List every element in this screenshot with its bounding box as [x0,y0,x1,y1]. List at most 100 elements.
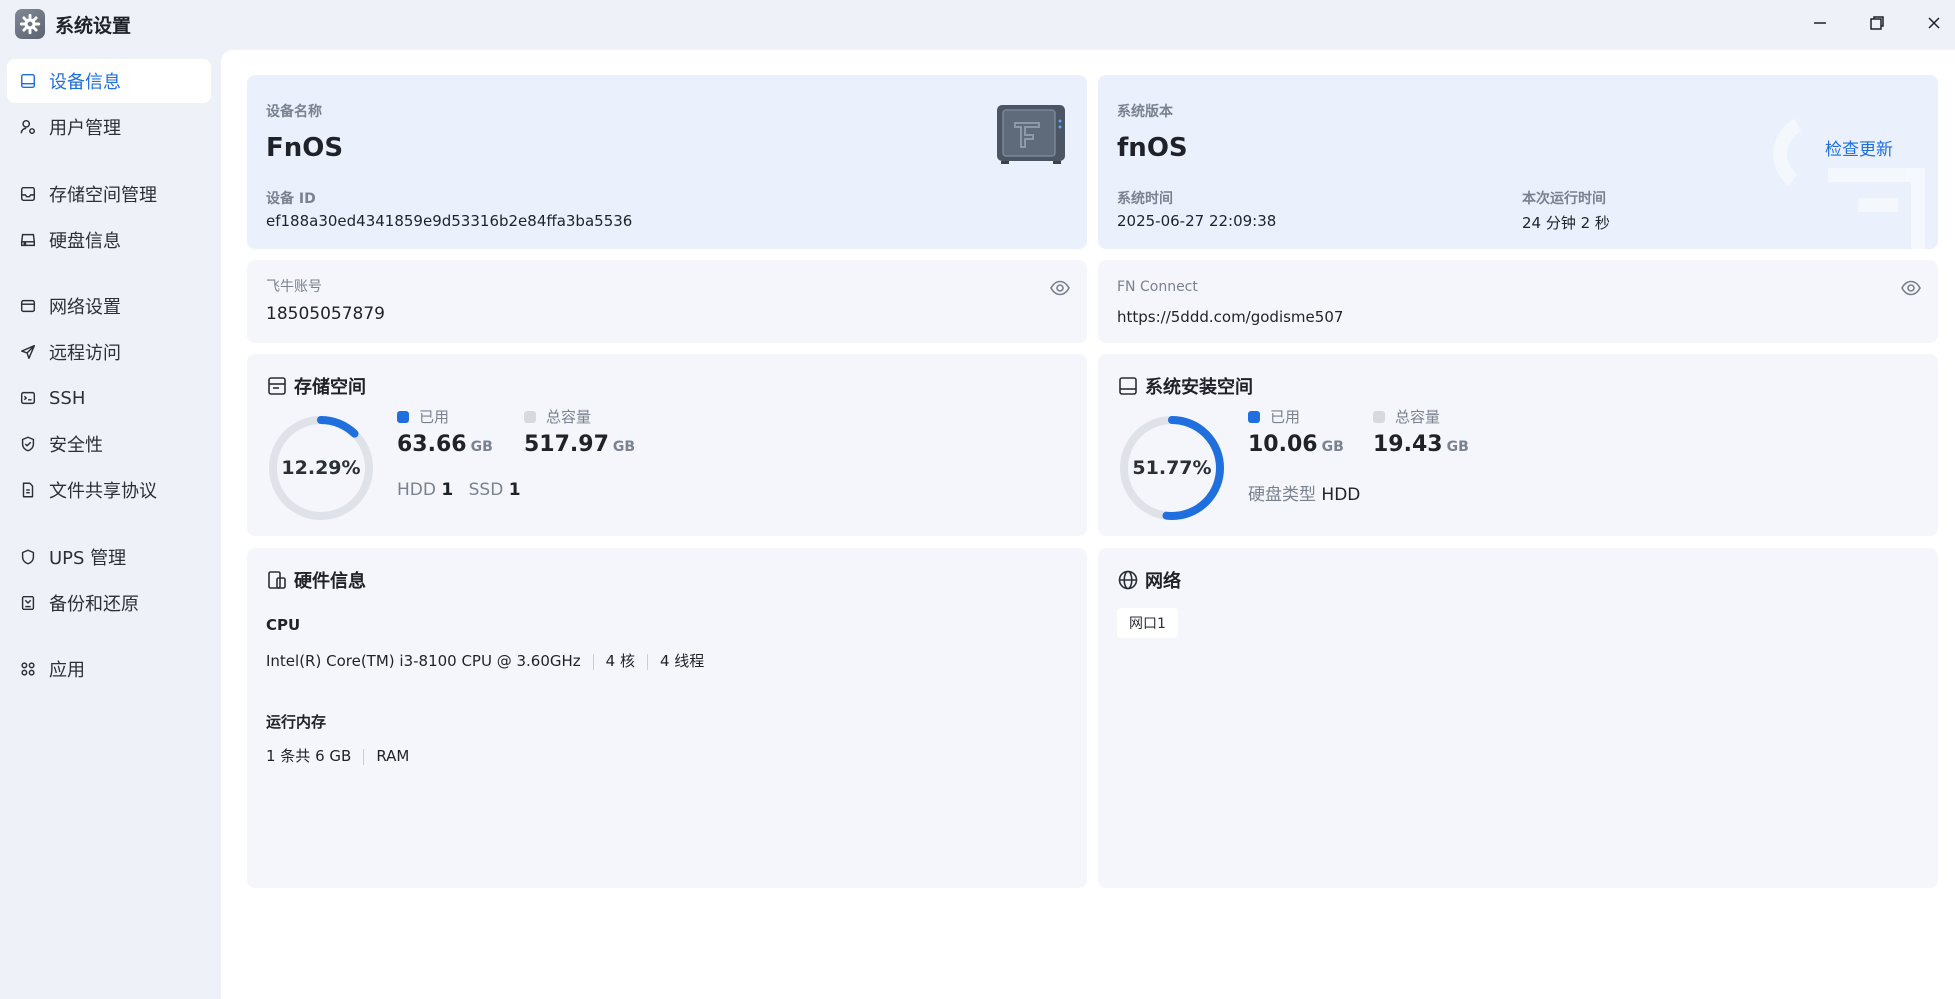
sidebar-item-label: 硬盘信息 [49,231,121,252]
hdd-label: HDD [397,480,436,500]
network-port-tab[interactable]: 网口1 [1117,608,1178,638]
ssd-count: 1 [508,480,521,500]
sidebar-item-label: 备份和还原 [49,594,139,615]
storage-used-unit: GB [470,439,493,455]
eye-icon[interactable] [1049,277,1071,299]
system-install-card: 系统安装空间 51.77% 已用 总容量 10.06 GB 19.43 GB 硬盘类… [1098,354,1938,536]
maximize-button[interactable] [1860,8,1894,38]
storage-percent: 12.29% [281,457,361,479]
storage-title-text: 存储空间 [294,377,366,398]
file-icon [18,480,38,500]
account-card: 飞牛账号 18505057879 [247,260,1087,343]
device-id: ef188a30ed4341859e9d53316b2e84ffa3ba5536 [266,212,633,230]
sidebar-item-ssh[interactable]: SSH [7,376,211,420]
globe-icon [1118,570,1138,590]
sidebar-item-storage-management[interactable]: 存储空间管理 [7,172,211,216]
main-content: 设备名称 FnOS 设备 ID ef188a30ed4341859e9d5331… [221,50,1955,999]
sidebar-item-disk-info[interactable]: 硬盘信息 [7,218,211,262]
sidebar-item-security[interactable]: 安全性 [7,422,211,466]
sidebar-item-network-settings[interactable]: 网络设置 [7,284,211,328]
sysinstall-total-label: 总容量 [1395,408,1441,426]
backup-icon [18,593,38,613]
device-name: FnOS [266,133,344,163]
device-id-label: 设备 ID [266,191,316,207]
sidebar-item-label: 设备信息 [49,72,121,93]
sysinstall-used-unit: GB [1321,439,1344,455]
account-label: 飞牛账号 [266,279,322,295]
hardware-card: 硬件信息 CPU Intel(R) Core(TM) i3-8100 CPU @… [247,548,1087,888]
sysinstall-used-value: 10.06 GB [1248,432,1344,457]
storage-total-unit: GB [612,439,636,455]
sidebar-item-label: 远程访问 [49,343,121,364]
device-icon [18,71,38,91]
sidebar-item-user-management[interactable]: 用户管理 [7,105,211,149]
fn-connect-card: FN Connect https://5ddd.com/godisme507 [1098,260,1938,343]
sidebar-item-label: UPS 管理 [49,548,127,569]
sidebar-item-label: 网络设置 [49,297,121,318]
disk-type: 硬盘类型 HDD [1248,480,1360,505]
system-time: 2025-06-27 22:09:38 [1117,212,1277,230]
network-card: 网络 网口1 [1098,548,1938,888]
sidebar-item-label: 用户管理 [49,118,121,139]
terminal-icon [18,388,38,408]
sidebar-item-label: 应用 [49,660,85,681]
ram-count: 1 条共 6 GB [266,747,352,765]
system-install-title-text: 系统安装空间 [1145,377,1253,398]
storage-title: 存储空间 [266,373,366,399]
sysinstall-total-unit: GB [1446,439,1469,455]
storage-total-label: 总容量 [546,408,592,426]
uptime-label: 本次运行时间 [1522,191,1606,207]
cpu-threads: 4 线程 [659,652,705,670]
eye-icon[interactable] [1900,277,1922,299]
account-value: 18505057879 [266,304,385,324]
close-button[interactable] [1917,8,1951,38]
system-card: 系统版本 fnOS 检查更新 系统时间 2025-06-27 22:09:38 … [1098,75,1938,249]
shield-check-icon [18,434,38,454]
storage-total-value: 517.97 GB [524,432,635,457]
total-dot [1373,410,1385,423]
ssd-label: SSD [468,480,504,500]
disk-counts: HDD 1 SSD 1 [397,480,521,500]
device-name-label: 设备名称 [266,104,322,120]
device-card: 设备名称 FnOS 设备 ID ef188a30ed4341859e9d5331… [247,75,1087,249]
storage-total-number: 517.97 [524,432,609,457]
sysinstall-used-number: 10.06 [1248,432,1318,457]
sidebar-item-label: 文件共享协议 [49,481,157,502]
sysinstall-total-number: 19.43 [1373,432,1443,457]
sysinstall-used-legend: 已用 [1248,406,1300,427]
apps-icon [18,659,38,679]
gear-icon [15,9,45,39]
total-dot [524,410,536,423]
fn-connect-url: https://5ddd.com/godisme507 [1117,308,1344,326]
sidebar-item-backup-restore[interactable]: 备份和还原 [7,581,211,625]
sidebar-item-label: SSH [49,387,86,409]
network-title-text: 网络 [1145,571,1181,592]
storage-used-legend: 已用 [397,406,449,427]
sysinstall-total-value: 19.43 GB [1373,432,1469,457]
sysinstall-used-label: 已用 [1270,408,1301,426]
sidebar-item-device-info[interactable]: 设备信息 [7,59,211,103]
storage-card: 存储空间 12.29% 已用 总容量 63.66 GB 517.97 GB HDD … [247,354,1087,536]
sidebar-item-file-sharing[interactable]: 文件共享协议 [7,468,211,512]
hardware-title: 硬件信息 [266,567,366,593]
storage-used-label: 已用 [419,408,450,426]
hardware-title-text: 硬件信息 [294,571,366,592]
hardware-icon [268,571,286,589]
cpu-cores: 4 核 [605,652,635,670]
sidebar-item-label: 安全性 [49,435,103,456]
used-dot [397,410,409,423]
cpu-model: Intel(R) Core(TM) i3-8100 CPU @ 3.60GHz [266,652,581,670]
storage-used-number: 63.66 [397,432,467,457]
window-title: 系统设置 [55,15,132,37]
title-bar: 系统设置 [0,0,1955,46]
cpu-label: CPU [266,616,301,634]
minimize-button[interactable] [1803,8,1837,38]
system-version: fnOS [1117,133,1188,163]
sysinstall-total-legend: 总容量 [1373,406,1440,427]
hdd-count: 1 [441,480,454,500]
sidebar: 设备信息 用户管理 存储空间管理 硬盘信息 网络设置 远程访问 SSH 安全性 … [0,50,220,999]
sidebar-item-apps[interactable]: 应用 [7,647,211,691]
sidebar-item-remote-access[interactable]: 远程访问 [7,330,211,374]
sidebar-item-ups-management[interactable]: UPS 管理 [7,535,211,579]
ram-label: 运行内存 [266,713,327,731]
